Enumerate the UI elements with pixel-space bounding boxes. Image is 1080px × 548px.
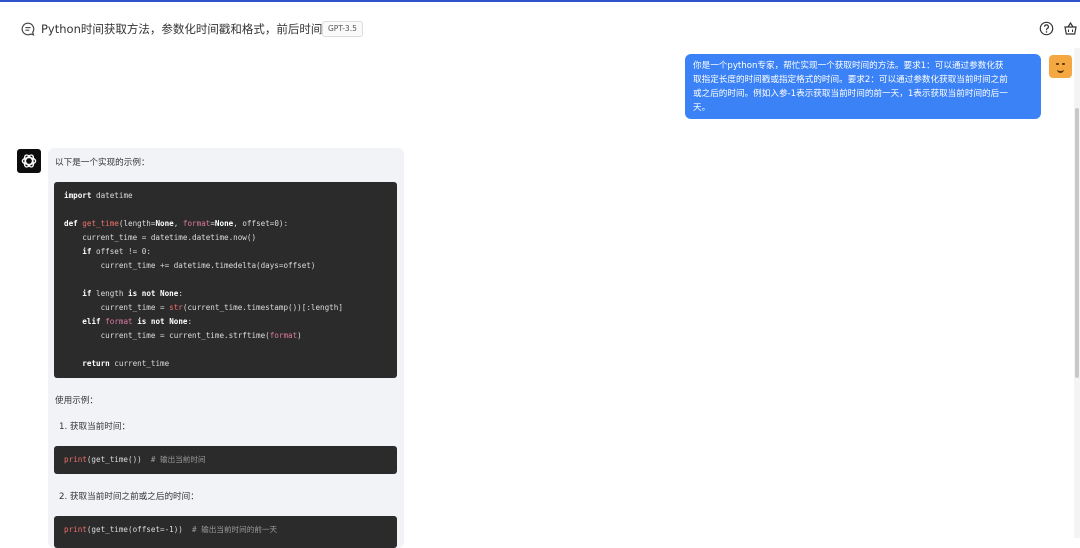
code-block-example-2[interactable]: print(get_time(offset=-1)) # 输出当前时间的前一天 [54, 516, 397, 548]
scrollbar[interactable] [1074, 48, 1080, 538]
usage-label: 使用示例： [55, 396, 98, 406]
code-line: print(get_time()) # 输出当前时间 [64, 455, 206, 464]
conversation-title: Python时间获取方法，参数化时间戳和格式，前后时间获取 [41, 22, 346, 36]
code-line: current_time = current_time.strftime(for… [64, 331, 302, 340]
code-line: return current_time [82, 359, 170, 368]
user-avatar [1049, 55, 1072, 78]
code-block-function[interactable]: import datetime def get_time(length=None… [54, 182, 397, 378]
avatar-eye [1062, 63, 1065, 65]
help-icon[interactable] [1039, 21, 1054, 36]
assistant-intro: 以下是一个实现的示例： [55, 158, 150, 168]
user-message-line: 取指定长度的时间戳或指定格式的时间。要求2：可以通过参数化获取当前时间之前 [693, 75, 1008, 85]
user-message-line: 你是一个python专家，帮忙实现一个获取时间的方法。要求1：可以通过参数化获 [693, 61, 1004, 71]
code-line: import datetime [64, 191, 133, 200]
code-line: current_time = datetime.datetime.now() [64, 233, 257, 242]
code-line: current_time = str(current_time.timestam… [64, 303, 343, 312]
usage-step-1: 1. 获取当前时间： [59, 422, 131, 432]
usage-step-2: 2. 获取当前时间之前或之后的时间： [59, 492, 199, 502]
basket-icon[interactable] [1063, 21, 1078, 36]
avatar-mouth [1057, 67, 1064, 73]
code-line: if length is not None: [82, 289, 183, 298]
user-message-line: 或之后的时间。例如入参-1表示获取当前时间的前一天，1表示获取当前时间的后一 [693, 89, 1008, 99]
user-message-line: 天。 [693, 103, 711, 113]
code-line: if offset != 0: [82, 247, 151, 256]
chat-icon [21, 22, 35, 36]
user-message-bubble: 你是一个python专家，帮忙实现一个获取时间的方法。要求1：可以通过参数化获 … [685, 54, 1041, 119]
code-line: elif format is not None: [82, 317, 193, 326]
openai-logo-icon [21, 154, 37, 168]
code-line: print(get_time(offset=-1)) # 输出当前时间的前一天 [64, 525, 278, 534]
code-line: current_time += datetime.timedelta(days=… [64, 261, 316, 270]
bot-avatar [17, 149, 41, 173]
avatar-eye [1056, 63, 1059, 65]
code-line: def get_time(length=None, format=None, o… [64, 219, 289, 228]
scrollbar-thumb[interactable] [1075, 108, 1079, 378]
chat-header: Python时间获取方法，参数化时间戳和格式，前后时间获取 GPT-3.5 [0, 2, 1080, 46]
model-badge: GPT-3.5 [322, 21, 363, 37]
assistant-message-bubble: 以下是一个实现的示例： import datetime def get_time… [48, 148, 404, 548]
code-block-example-1[interactable]: print(get_time()) # 输出当前时间 [54, 446, 397, 474]
